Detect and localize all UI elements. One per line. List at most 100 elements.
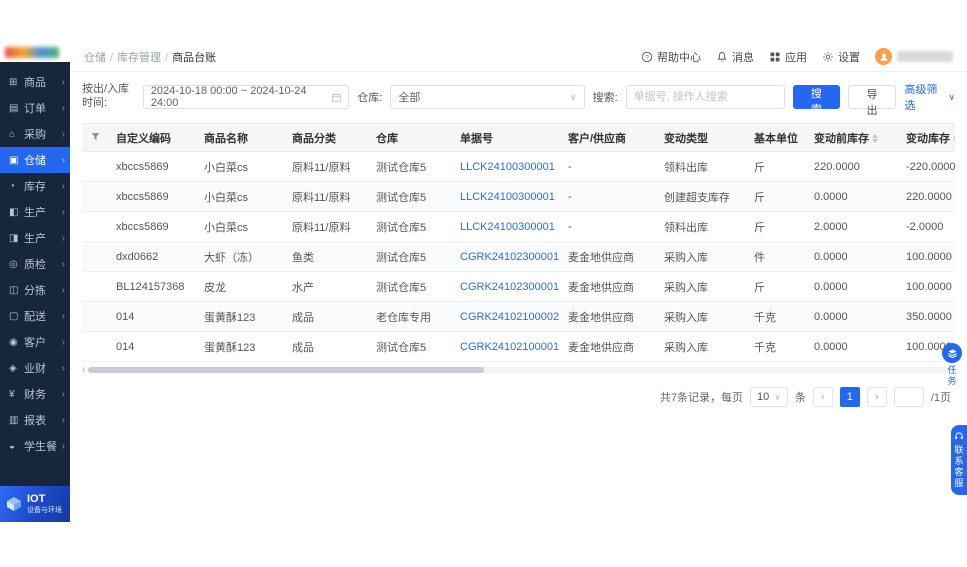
chevron-right-icon: › [61, 362, 65, 374]
table-cell: 斤 [746, 151, 806, 182]
table-cell: 220.0000 [806, 151, 898, 182]
document-number-link[interactable]: LLCK24100300001 [452, 211, 560, 242]
table-row: 014 蛋黄酥123 成品 老仓库专用 CGRK24102100002 麦金地供应商 采购入… [82, 301, 955, 332]
messages-button[interactable]: 消息 [716, 49, 754, 65]
row-leading-cell [82, 151, 108, 182]
prev-page-button[interactable]: ‹ [812, 387, 833, 407]
logo-area [0, 42, 70, 62]
apps-button[interactable]: 应用 [769, 49, 807, 65]
table-row: xbccs5869 小白菜cs 原料11/原料 测试仓库5 LLCK2410030000… [82, 151, 955, 182]
breadcrumb-item-warehouse[interactable]: 仓储 [84, 49, 113, 65]
sort-icon[interactable] [872, 134, 878, 144]
table-cell: xbccs5869 [108, 151, 196, 182]
iot-banner[interactable]: IOT 设备与环境 [0, 486, 70, 522]
table-cell: 小白菜cs [196, 211, 284, 242]
document-number-link[interactable]: CGRK24102300001 [452, 241, 560, 272]
document-number-link[interactable]: CGRK24102100002 [452, 301, 560, 332]
table-cell: xbccs5869 [108, 211, 196, 242]
sidebar-item-label: 采购 [24, 129, 46, 141]
page-size-select[interactable]: 10 ∨ [749, 387, 788, 407]
customers-icon: ◉ [9, 336, 18, 348]
svg-text:?: ? [645, 54, 649, 61]
table-header-row: 自定义编码 商品名称 商品分类 仓库 单据号 客户/供应商 变动类型 基本单位 变动前库存 变动库… [82, 123, 955, 152]
sidebar-item-采购[interactable]: ⌂ 采购 › [0, 121, 70, 147]
search-input[interactable] [625, 85, 785, 109]
page-jump-input[interactable] [893, 387, 924, 407]
table-cell: 领料出库 [656, 211, 746, 242]
sidebar-item-label: 分拣 [24, 285, 46, 297]
date-range-input[interactable]: 2024-10-18 00:00 ~ 2024-10-24 24:00 [142, 85, 350, 109]
task-panel-button[interactable]: 任务 [939, 343, 965, 387]
table-cell: BL124157368 [108, 271, 196, 302]
pagination: 共7条记录，每页 10 ∨ 条 ‹ 1 › /1页 [70, 375, 967, 407]
sidebar-item-学生餐[interactable]: ◒ 学生餐 › [0, 433, 70, 459]
table-cell: 麦金地供应商 [560, 331, 656, 362]
table-cell: 件 [746, 241, 806, 272]
column-settings-button[interactable] [82, 123, 108, 152]
layers-icon [947, 348, 957, 358]
column-header[interactable]: 变动库存 [898, 123, 955, 152]
sidebar-item-库存[interactable]: ◔ 库存 › [0, 173, 70, 199]
table-cell: 水产 [284, 271, 368, 302]
next-page-button[interactable]: › [866, 387, 887, 407]
scroll-left-icon[interactable]: ‹ [82, 365, 85, 375]
chevron-right-icon: › [61, 206, 65, 218]
table-cell: 采购入库 [656, 241, 746, 272]
funnel-icon [91, 132, 100, 140]
export-button[interactable]: 导出 [847, 85, 897, 117]
table-cell: 0.0000 [806, 241, 898, 272]
sidebar-item-label: 报表 [24, 415, 46, 427]
row-leading-cell [82, 331, 108, 362]
sidebar-item-财务[interactable]: ¥ 财务 › [0, 381, 70, 407]
contact-support-button[interactable]: 联系客服 [951, 425, 967, 495]
chevron-right-icon: › [61, 128, 65, 140]
sidebar-item-质检[interactable]: ◎ 质检 › [0, 251, 70, 277]
horizontal-scrollbar[interactable]: ‹ › [82, 365, 955, 375]
table-cell: 蛋黄酥123 [196, 301, 284, 332]
sidebar-item-商品[interactable]: ⊞ 商品 › [0, 69, 70, 95]
help-center-button[interactable]: ? 帮助中心 [641, 49, 701, 65]
sort-icon[interactable] [953, 134, 955, 144]
warehouse-select[interactable]: 全部 ∨ [390, 85, 585, 109]
search-button[interactable]: 搜索 [792, 85, 840, 116]
production-icon: ◧ [9, 206, 19, 218]
scrollbar-track[interactable] [88, 367, 949, 373]
column-header[interactable]: 变动前库存 [806, 123, 898, 152]
task-label: 任务 [946, 365, 957, 387]
sidebar-item-客户[interactable]: ◉ 客户 › [0, 329, 70, 355]
sidebar-item-label: 客户 [24, 337, 46, 349]
document-number-link[interactable]: LLCK24100300001 [452, 181, 560, 212]
table-cell: 测试仓库5 [368, 151, 452, 182]
table-cell: 领料出库 [656, 151, 746, 182]
support-label: 联系客服 [953, 445, 964, 489]
sidebar-item-配送[interactable]: ▢ 配送 › [0, 303, 70, 329]
chevron-right-icon: › [61, 336, 65, 348]
table-row: xbccs5869 小白菜cs 原料11/原料 测试仓库5 LLCK2410030000… [82, 211, 955, 242]
sidebar-item-生产[interactable]: ◧ 生产 › [0, 199, 70, 225]
goods-icon: ⊞ [9, 76, 18, 88]
breadcrumb-item-inventory[interactable]: 库存管理 [117, 49, 168, 65]
row-leading-cell [82, 211, 108, 242]
sidebar-item-仓储[interactable]: ▣ 仓储 › [0, 147, 70, 173]
sidebar-item-label: 商品 [24, 77, 46, 89]
avatar [875, 48, 892, 65]
user-menu[interactable] [875, 48, 953, 65]
current-page-button[interactable]: 1 [839, 387, 860, 407]
document-number-link[interactable]: LLCK24100300001 [452, 151, 560, 182]
advanced-filter-toggle[interactable]: 高级筛选 ∨ [904, 81, 955, 113]
column-header: 变动类型 [656, 123, 746, 152]
scrollbar-thumb[interactable] [88, 367, 485, 373]
column-header: 客户/供应商 [560, 123, 656, 152]
sidebar-item-生产[interactable]: ◨ 生产 › [0, 225, 70, 251]
sidebar-item-订单[interactable]: ▤ 订单 › [0, 95, 70, 121]
document-number-link[interactable]: CGRK24102100001 [452, 331, 560, 362]
company-logo [5, 46, 59, 58]
table-cell: 采购入库 [656, 331, 746, 362]
sidebar-item-报表[interactable]: ▥ 报表 › [0, 407, 70, 433]
sidebar-item-业财[interactable]: ◈ 业财 › [0, 355, 70, 381]
sidebar-item-分拣[interactable]: ◫ 分拣 › [0, 277, 70, 303]
table-cell: 鱼类 [284, 241, 368, 272]
document-number-link[interactable]: CGRK24102300001 [452, 271, 560, 302]
sidebar-item-label: 质检 [24, 259, 46, 271]
settings-button[interactable]: 设置 [822, 49, 860, 65]
